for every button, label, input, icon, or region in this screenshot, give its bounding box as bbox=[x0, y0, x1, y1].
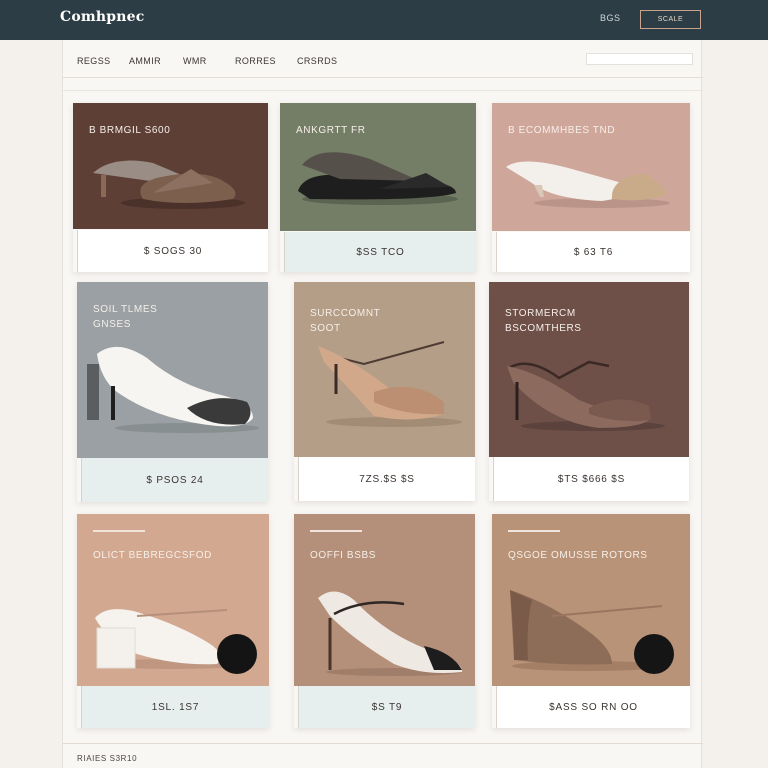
product-image: QSGOE OMUSSE ROTORS bbox=[492, 514, 690, 686]
product-price: $TS $666 $S bbox=[557, 473, 626, 485]
wedge-pompom-icon bbox=[510, 590, 674, 674]
product-card-5[interactable]: SURCCOMNT SOOT 7ZS.$S $S bbox=[294, 282, 475, 501]
nav-item-1[interactable]: REGSS bbox=[77, 56, 111, 66]
product-image: SOIL TLMES GNSES bbox=[77, 282, 268, 458]
product-card-6[interactable]: STORMERCM BSCOMTHERS $TS $666 $S bbox=[489, 282, 689, 501]
strappy-sandal-icon bbox=[318, 341, 462, 427]
product-card-2[interactable]: ANKGRTT FR $SS TCO bbox=[280, 103, 476, 272]
product-card-1[interactable]: B BRMGIL S600 $ SOGS 30 bbox=[73, 103, 268, 272]
nav-item-4[interactable]: RORRES bbox=[235, 56, 276, 66]
mauve-sandal-icon bbox=[507, 360, 665, 431]
header-button[interactable]: SCALE bbox=[640, 10, 701, 29]
price-box: 7ZS.$S $S bbox=[298, 457, 475, 501]
header-link[interactable]: BGS bbox=[600, 13, 621, 23]
block-heel-pompom-icon bbox=[95, 609, 257, 674]
product-card-8[interactable]: OOFFI BSBS $S T9 bbox=[294, 514, 475, 728]
product-price: $S T9 bbox=[371, 701, 403, 713]
price-box: $SS TCO bbox=[284, 232, 476, 272]
white-mule-icon bbox=[506, 161, 670, 208]
black-mule-icon bbox=[298, 152, 458, 205]
product-image: SURCCOMNT SOOT bbox=[294, 282, 475, 457]
product-image: STORMERCM BSCOMTHERS bbox=[489, 282, 689, 457]
product-price: $SS TCO bbox=[356, 246, 405, 258]
category-nav: REGSS AMMIR WMR RORRES CRSRDS bbox=[63, 40, 703, 78]
nav-item-3[interactable]: WMR bbox=[183, 56, 207, 66]
nav-item-5[interactable]: CRSRDS bbox=[297, 56, 337, 66]
price-box: $TS $666 $S bbox=[493, 457, 689, 501]
footer-text: RIAIES S3R10 bbox=[77, 754, 138, 763]
brand-logo[interactable]: Comhpnec bbox=[60, 9, 144, 25]
divider bbox=[63, 90, 703, 91]
price-box: $ASS SO RN OO bbox=[496, 686, 690, 728]
top-header: Comhpnec BGS SCALE bbox=[0, 0, 768, 40]
content-panel: REGSS AMMIR WMR RORRES CRSRDS B BRMGIL S… bbox=[62, 40, 703, 768]
product-card-7[interactable]: OLICT BEBREGCSFOD 1SL. 1S7 bbox=[77, 514, 269, 728]
product-image: B ECOMMHBES TND bbox=[492, 103, 690, 231]
price-box: $ SOGS 30 bbox=[77, 230, 268, 272]
product-price: $ 63 T6 bbox=[573, 246, 614, 258]
product-image: ANKGRTT FR bbox=[280, 103, 476, 231]
brown-mule-icon bbox=[93, 160, 245, 209]
product-price: $ASS SO RN OO bbox=[549, 701, 638, 713]
product-price: 1SL. 1S7 bbox=[151, 701, 200, 713]
search-input[interactable] bbox=[586, 53, 693, 65]
product-image: OLICT BEBREGCSFOD bbox=[77, 514, 269, 686]
slingback-icon bbox=[318, 591, 463, 676]
product-price: $ PSOS 24 bbox=[146, 474, 204, 486]
product-price: $ SOGS 30 bbox=[143, 245, 203, 257]
product-price: 7ZS.$S $S bbox=[359, 473, 415, 485]
product-image: OOFFI BSBS bbox=[294, 514, 475, 686]
product-card-4[interactable]: SOIL TLMES GNSES $ PSOS 24 bbox=[77, 282, 268, 502]
price-box: 1SL. 1S7 bbox=[81, 686, 269, 728]
product-image: B BRMGIL S600 bbox=[73, 103, 268, 229]
price-box: $ 63 T6 bbox=[496, 232, 690, 272]
product-card-9[interactable]: QSGOE OMUSSE ROTORS $ASS SO RN OO bbox=[492, 514, 690, 728]
price-box: $ PSOS 24 bbox=[81, 458, 268, 502]
price-box: $S T9 bbox=[298, 686, 475, 728]
footer-divider bbox=[63, 743, 703, 744]
nav-item-2[interactable]: AMMIR bbox=[129, 56, 161, 66]
product-card-3[interactable]: B ECOMMHBES TND $ 63 T6 bbox=[492, 103, 690, 272]
white-pump-icon bbox=[87, 346, 259, 433]
